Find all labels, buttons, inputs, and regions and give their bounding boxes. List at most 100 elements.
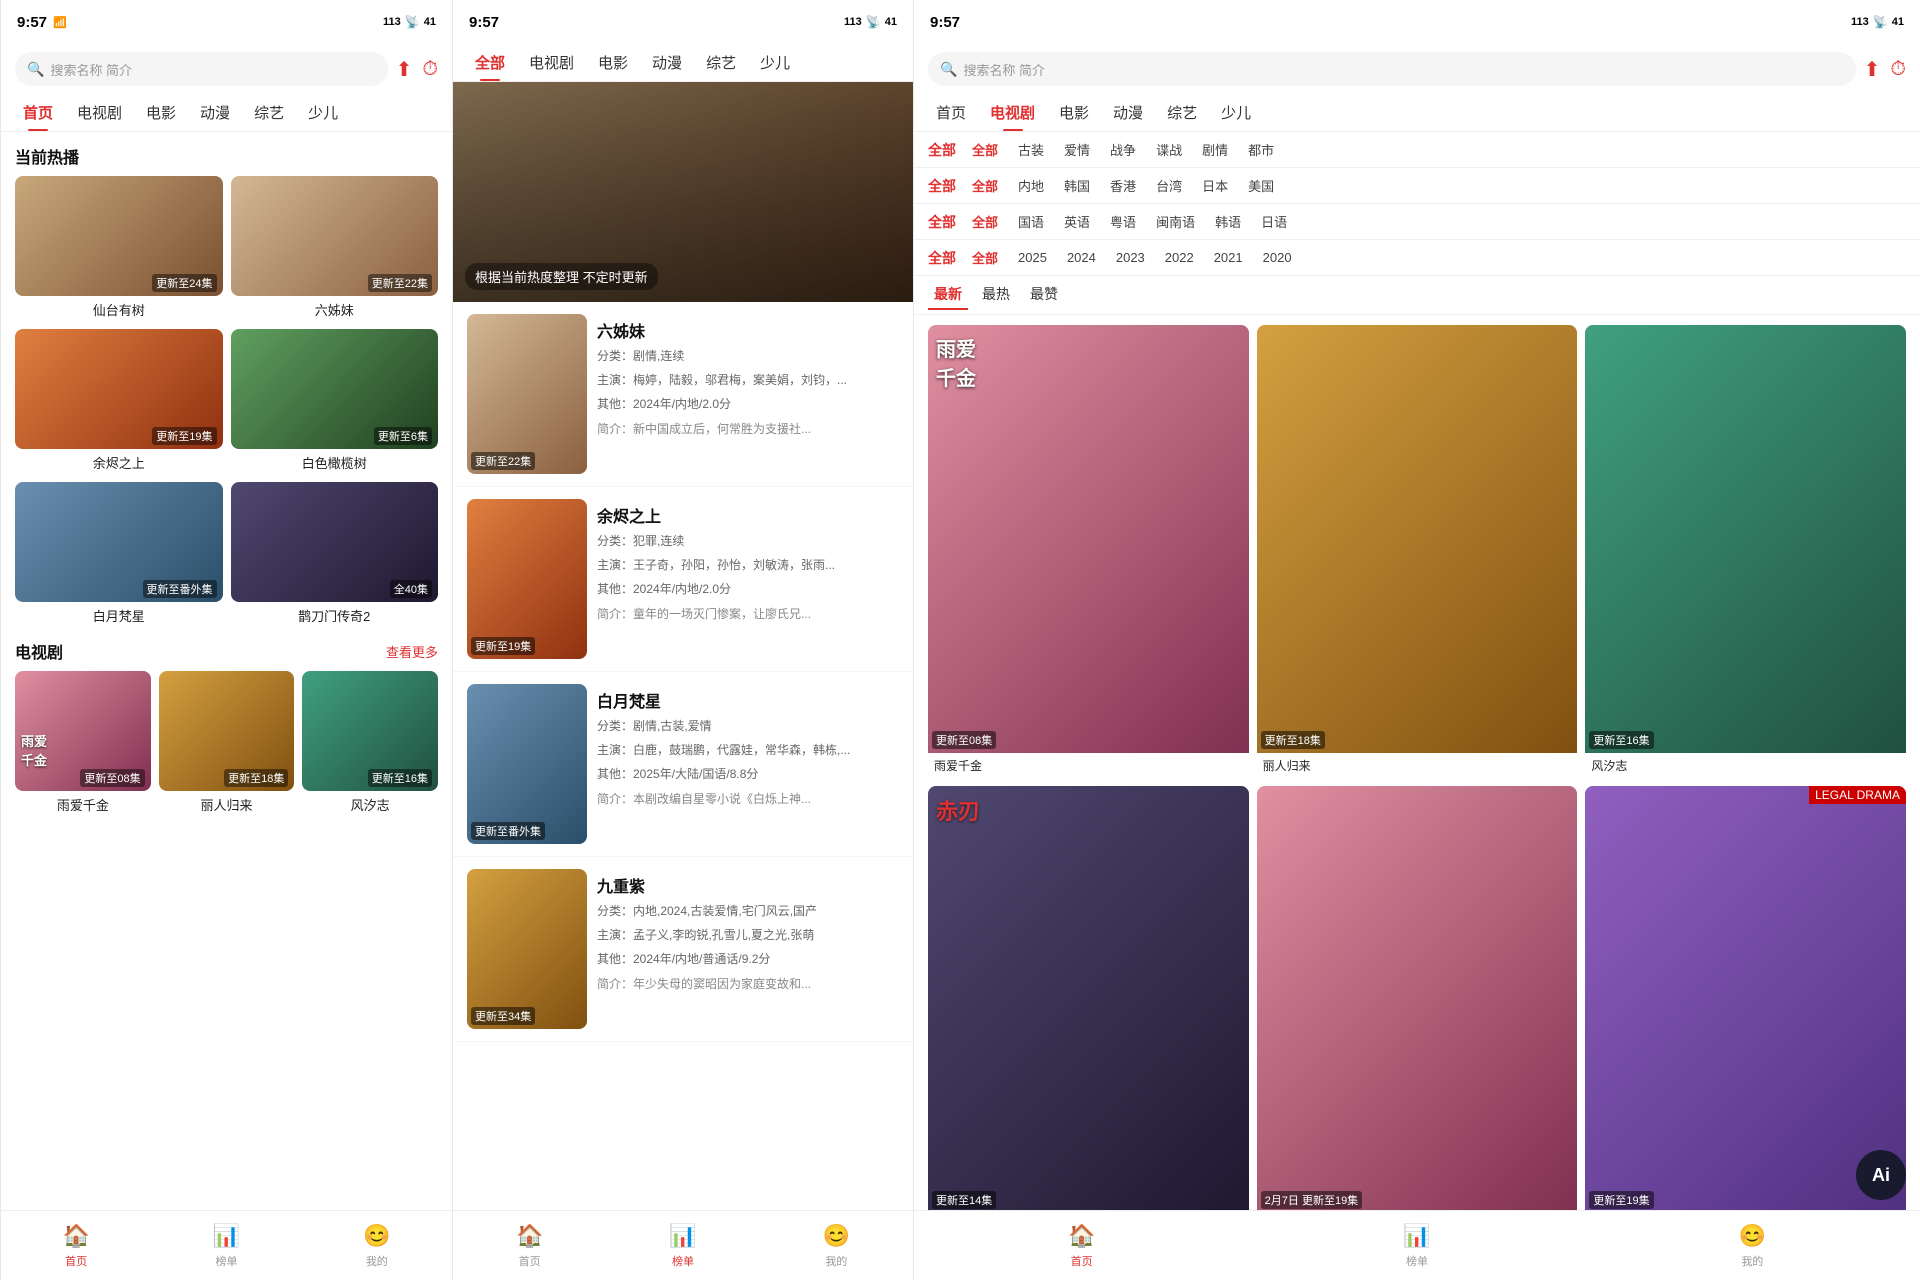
list-item[interactable]: 更新至6集 白色橄榄树 — [231, 329, 439, 474]
tab-home-3[interactable]: 首页 — [924, 94, 978, 131]
filter-region: 全部 全部 内地 韩国 香港 台湾 日本 美国 — [914, 168, 1920, 204]
list-item[interactable]: 更新至16集 风汐志 — [1585, 325, 1906, 778]
section-tv-more[interactable]: 查看更多 — [386, 642, 438, 661]
filter-region-japan[interactable]: 日本 — [1196, 174, 1234, 197]
bottom-rank-1[interactable]: 📊 榜单 — [151, 1215, 301, 1277]
p3-label-5: 2月7日 更新至19集 — [1261, 1191, 1363, 1209]
history-icon-1[interactable]: ⏱ — [422, 58, 438, 81]
filter-genre-war[interactable]: 战争 — [1104, 138, 1142, 161]
tab-variety-2[interactable]: 综艺 — [694, 44, 748, 81]
bottom-rank-3[interactable]: 📊 榜单 — [1249, 1215, 1584, 1277]
subnav-latest[interactable]: 最新 — [928, 280, 968, 310]
search-input-3[interactable]: 🔍 搜索名称 简介 — [928, 52, 1856, 86]
label-2: 更新至22集 — [368, 274, 432, 292]
tab-kids-2[interactable]: 少儿 — [748, 44, 802, 81]
filter-year-2020[interactable]: 2020 — [1257, 248, 1298, 267]
tab-all-2[interactable]: 全部 — [463, 44, 517, 81]
tab-anime-1[interactable]: 动漫 — [188, 94, 242, 131]
tab-tv-1[interactable]: 电视剧 — [65, 94, 134, 131]
filter-region-hk[interactable]: 香港 — [1104, 174, 1142, 197]
filter-genre-romance[interactable]: 爱情 — [1058, 138, 1096, 161]
list-item[interactable]: 更新至22集 六姊妹 分类：剧情,连续 主演：梅婷，陆毅，邬君梅，案美娟，刘钧，… — [453, 302, 913, 487]
list-item[interactable]: 更新至34集 九重紫 分类：内地,2024,古装爱情,宅门风云,国产 主演：孟子… — [453, 857, 913, 1042]
subnav-best[interactable]: 最赞 — [1024, 280, 1064, 310]
filter-lang-korean[interactable]: 韩语 — [1209, 210, 1247, 233]
list-item[interactable]: 更新至22集 六姊妹 — [231, 176, 439, 321]
filter-lang-cantonese[interactable]: 粤语 — [1104, 210, 1142, 233]
list-item[interactable]: 2月7日 更新至19集 掌心 — [1257, 786, 1578, 1239]
tab-variety-3[interactable]: 综艺 — [1155, 94, 1209, 131]
ai-button[interactable]: Ai — [1856, 1150, 1906, 1200]
bottom-mine-1[interactable]: 😊 我的 — [302, 1215, 452, 1277]
bottom-home-3[interactable]: 🏠 首页 — [914, 1215, 1249, 1277]
filter-genre-all[interactable]: 全部 — [966, 138, 1004, 161]
list-category-2: 分类：犯罪,连续 — [597, 532, 899, 551]
panel-home: 9:57 📶 113 📡 41 🔍 搜索名称 简介 ⬆ ⏱ 首页 电视剧 电影 … — [0, 0, 453, 1280]
list-item[interactable]: 更新至16集 风汐志 — [302, 671, 438, 816]
tab-movie-2[interactable]: 电影 — [586, 44, 640, 81]
list-item[interactable]: 更新至08集 雨爱千金 雨爱千金 — [15, 671, 151, 816]
tab-kids-3[interactable]: 少儿 — [1209, 94, 1263, 131]
filter-region-mainland[interactable]: 内地 — [1012, 174, 1050, 197]
tab-movie-3[interactable]: 电影 — [1047, 94, 1101, 131]
filter-region-taiwan[interactable]: 台湾 — [1150, 174, 1188, 197]
filter-year-2023[interactable]: 2023 — [1110, 248, 1151, 267]
list-item[interactable]: 更新至18集 丽人归来 — [1257, 325, 1578, 778]
filter-region-all[interactable]: 全部 — [966, 174, 1004, 197]
filter-genre-spy[interactable]: 谍战 — [1150, 138, 1188, 161]
bottom-mine-3[interactable]: 😊 我的 — [1585, 1215, 1920, 1277]
history-icon-3[interactable]: ⏱ — [1890, 58, 1906, 81]
tab-movie-1[interactable]: 电影 — [134, 94, 188, 131]
bottom-mine-2[interactable]: 😊 我的 — [760, 1215, 913, 1277]
list-item[interactable]: 更新至19集 余烬之上 — [15, 329, 223, 474]
label-5: 更新至番外集 — [143, 580, 217, 598]
list-item[interactable]: 更新至24集 仙台有树 — [15, 176, 223, 321]
filter-genre-drama[interactable]: 剧情 — [1196, 138, 1234, 161]
p3-thumb-2: 更新至18集 — [1257, 325, 1578, 753]
list-thumb-label-1: 更新至22集 — [471, 452, 535, 470]
tab-anime-3[interactable]: 动漫 — [1101, 94, 1155, 131]
filter-year-all[interactable]: 全部 — [966, 246, 1004, 269]
filter-region-us[interactable]: 美国 — [1242, 174, 1280, 197]
p3-label-4: 更新至14集 — [932, 1191, 996, 1209]
wifi-icon-2: 📡 — [866, 15, 881, 29]
tab-home-1[interactable]: 首页 — [11, 94, 65, 131]
bottom-home-1[interactable]: 🏠 首页 — [1, 1215, 151, 1277]
filter-lang-minnan[interactable]: 闽南语 — [1150, 210, 1201, 233]
list-item[interactable]: 更新至08集 雨爱千金 雨爱千金 — [928, 325, 1249, 778]
tab-tv-3[interactable]: 电视剧 — [978, 94, 1047, 131]
bottom-home-2[interactable]: 🏠 首页 — [453, 1215, 606, 1277]
p3-thumb-1: 更新至08集 雨爱千金 — [928, 325, 1249, 753]
list-item[interactable]: 更新至18集 丽人归来 — [159, 671, 295, 816]
bottom-rank-2[interactable]: 📊 榜单 — [606, 1215, 759, 1277]
list-item[interactable]: 更新至19集 余烬之上 分类：犯罪,连续 主演：王子奇，孙阳，孙怡，刘敏涛，张雨… — [453, 487, 913, 672]
filter-genre-ancient[interactable]: 古装 — [1012, 138, 1050, 161]
tab-anime-2[interactable]: 动漫 — [640, 44, 694, 81]
list-thumb-1: 更新至22集 — [467, 314, 587, 474]
tv-name-2: 丽人归来 — [159, 791, 295, 816]
filter-region-korea[interactable]: 韩国 — [1058, 174, 1096, 197]
search-input-1[interactable]: 🔍 搜索名称 简介 — [15, 52, 388, 86]
list-item[interactable]: 更新至番外集 白月梵星 分类：剧情,古装,爱情 主演：白鹿，鼓瑞鹏，代露娃，常华… — [453, 672, 913, 857]
list-desc-4: 简介：年少失母的窦昭因为家庭变故和... — [597, 975, 899, 994]
filter-year-2025[interactable]: 2025 — [1012, 248, 1053, 267]
filter-lang-all[interactable]: 全部 — [966, 210, 1004, 233]
filter-year-2024[interactable]: 2024 — [1061, 248, 1102, 267]
tab-kids-1[interactable]: 少儿 — [296, 94, 350, 131]
signal-strength-2: 113 — [844, 16, 862, 28]
list-item[interactable]: 更新至14集 赤刃 赤刃 — [928, 786, 1249, 1239]
subnav-hot[interactable]: 最热 — [976, 280, 1016, 310]
filter-year-2022[interactable]: 2022 — [1159, 248, 1200, 267]
tab-variety-1[interactable]: 综艺 — [242, 94, 296, 131]
list-item[interactable]: 全40集 鹊刀门传奇2 — [231, 482, 439, 627]
filter-genre-city[interactable]: 都市 — [1242, 138, 1280, 161]
upload-icon-3[interactable]: ⬆ — [1864, 57, 1881, 82]
filter-lang-english[interactable]: 英语 — [1058, 210, 1096, 233]
filter-lang-japanese[interactable]: 日语 — [1255, 210, 1293, 233]
bottom-nav-3: 🏠 首页 📊 榜单 😊 我的 — [914, 1210, 1920, 1280]
tab-tv-2[interactable]: 电视剧 — [517, 44, 586, 81]
filter-year-2021[interactable]: 2021 — [1208, 248, 1249, 267]
filter-lang-mandarin[interactable]: 国语 — [1012, 210, 1050, 233]
list-item[interactable]: 更新至番外集 白月梵星 — [15, 482, 223, 627]
upload-icon-1[interactable]: ⬆ — [396, 57, 413, 82]
